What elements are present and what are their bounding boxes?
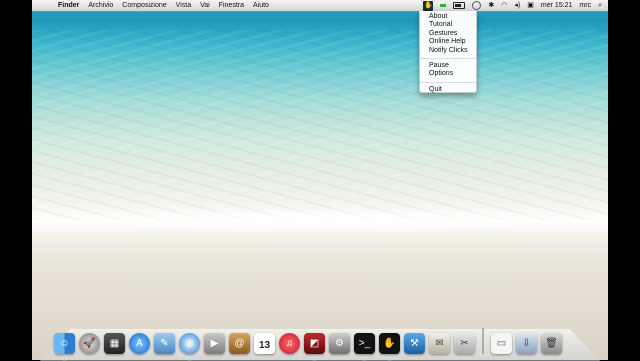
menu-aiuto[interactable]: Aiuto — [253, 0, 269, 11]
activity-indicator-icon[interactable] — [440, 4, 447, 7]
wifi-icon[interactable]: ◠ — [501, 0, 507, 11]
menu-bar: Finder Archivio Composizione Vista Vai F… — [32, 0, 608, 12]
finder-icon[interactable]: ☺ — [54, 333, 75, 360]
menu-item-options[interactable]: Options — [420, 70, 476, 78]
menubar-user[interactable]: mrc — [579, 0, 591, 11]
gesture-app-menu-icon[interactable]: ✋ — [423, 0, 434, 11]
menu-composizione[interactable]: Composizione — [122, 0, 166, 11]
menu-separator — [420, 81, 476, 83]
wave-foam — [32, 196, 608, 256]
documents-icon[interactable]: ▭ — [491, 333, 512, 354]
trash-icon[interactable]: 🗑 — [541, 333, 562, 354]
menu-item-gestures[interactable]: Gestures — [420, 30, 476, 38]
preview-icon[interactable]: ✉ — [429, 333, 450, 354]
menu-app-finder[interactable]: Finder — [58, 0, 79, 11]
facetime-icon[interactable]: ▶ — [204, 333, 225, 354]
menu-item-notify-clicks[interactable]: Notify Clicks — [420, 47, 476, 55]
time-machine-icon[interactable] — [472, 1, 482, 10]
address-book-icon[interactable]: @ — [229, 333, 250, 354]
menu-item-quit[interactable]: Quit — [420, 86, 476, 94]
menu-archivio[interactable]: Archivio — [88, 0, 113, 11]
safari-icon[interactable]: ◎ — [179, 333, 200, 360]
status-area: ✋ ✱ ◠ ◂) ▣ mer 15:21 mrc ⌕ — [423, 0, 602, 11]
status-dropdown-menu: About Tutorial Gestures Online Help Noti… — [419, 11, 477, 93]
itunes-icon[interactable]: ♫ — [279, 333, 300, 354]
terminal-icon[interactable]: >_ — [354, 333, 375, 360]
input-menu-icon[interactable]: ▣ — [527, 0, 534, 11]
menu-item-tutorial[interactable]: Tutorial — [420, 21, 476, 29]
menu-finestra[interactable]: Finestra — [219, 0, 244, 11]
dock: ☺ 🚀 ▦ A ✎ ◎ ▶ @ 13 ♫ ◩ ⚙ >_ ✋ ⚒ ✉ ✂ ▭ ⇩ … — [54, 326, 562, 360]
menu-item-pause[interactable]: Pause — [420, 62, 476, 70]
menu-item-online-help[interactable]: Online Help — [420, 38, 476, 46]
calendar-day: 13 — [258, 340, 271, 351]
xcode-icon[interactable]: ⚒ — [404, 333, 425, 354]
menu-separator — [420, 57, 476, 59]
menu-vista[interactable]: Vista — [176, 0, 191, 11]
menu-vai[interactable]: Vai — [200, 0, 210, 11]
volume-icon[interactable]: ◂) — [514, 0, 520, 11]
dashboard-icon[interactable]: ▦ — [104, 333, 125, 354]
calendar-icon[interactable]: 13 — [254, 333, 275, 354]
utility-icon[interactable]: ✂ — [454, 333, 475, 354]
system-preferences-icon[interactable]: ⚙ — [329, 333, 350, 354]
app-store-icon[interactable]: A — [129, 333, 150, 354]
battery-icon[interactable] — [453, 2, 466, 9]
downloads-icon[interactable]: ⇩ — [516, 333, 537, 354]
menubar-clock[interactable]: mer 15:21 — [541, 0, 573, 11]
spotlight-icon[interactable]: ⌕ — [598, 0, 602, 11]
menu-item-about[interactable]: About — [420, 13, 476, 21]
gesture-app-icon[interactable]: ✋ — [379, 333, 400, 360]
water-ripples — [32, 30, 608, 220]
desktop-wallpaper — [32, 0, 608, 360]
photo-icon[interactable]: ✎ — [154, 333, 175, 354]
launchpad-icon[interactable]: 🚀 — [79, 333, 100, 354]
dock-separator — [482, 328, 484, 354]
photo-booth-icon[interactable]: ◩ — [304, 333, 325, 360]
bluetooth-icon[interactable]: ✱ — [488, 0, 494, 11]
